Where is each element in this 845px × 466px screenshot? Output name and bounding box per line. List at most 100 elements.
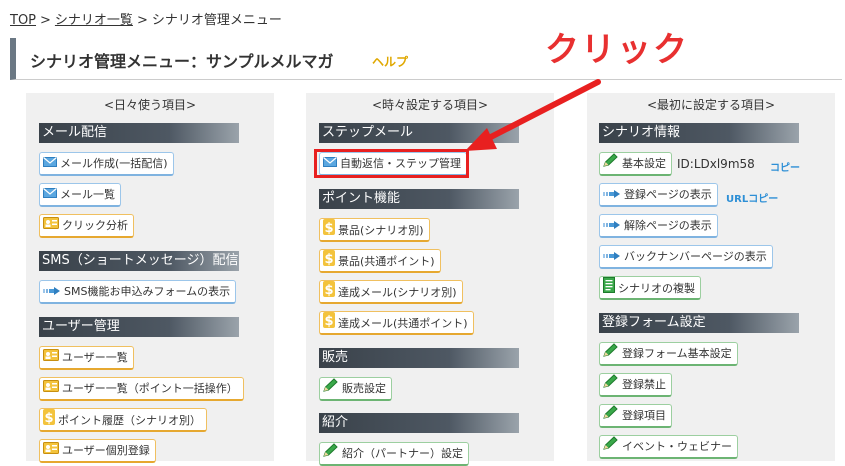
button-label: 解除ページの表示 — [624, 219, 712, 232]
section-scenario-info: シナリオ情報 — [599, 123, 799, 143]
button-label: 販売設定 — [342, 382, 386, 395]
page-title: シナリオ管理メニュー：サンプルメルマガ — [30, 52, 334, 71]
button-label: クリック分析 — [62, 219, 128, 232]
user-card-icon — [43, 347, 59, 369]
button-label: ユーザー一覧（ポイント一括操作） — [62, 382, 238, 395]
pencil-icon — [603, 374, 619, 396]
create-mail-button[interactable]: メール作成(一括配信) — [39, 152, 174, 176]
arrow-right-icon — [603, 215, 621, 237]
event-webinar-button[interactable]: イベント・ウェビナー — [599, 435, 738, 459]
button-label: 登録禁止 — [622, 378, 666, 391]
button-label: シナリオの複製 — [618, 282, 695, 295]
svg-text:$: $ — [324, 252, 333, 266]
section-mail-delivery: メール配信 — [39, 123, 239, 143]
breadcrumb-current: シナリオ管理メニュー — [151, 13, 282, 28]
sms-signup-form-button[interactable]: SMS機能お申込みフォームの表示 — [39, 280, 237, 304]
button-label: ユーザー一覧 — [62, 351, 128, 364]
dollar-icon: $ — [323, 219, 335, 243]
button-label: 景品(共通ポイント) — [338, 255, 435, 268]
envelope-icon — [43, 153, 57, 175]
copy-id-link[interactable]: コピー — [770, 159, 800, 174]
svg-text:$: $ — [324, 221, 333, 235]
document-copy-icon — [603, 277, 615, 301]
click-analysis-button[interactable]: クリック分析 — [39, 214, 134, 238]
breadcrumb: TOP > シナリオ一覧 > シナリオ管理メニュー — [10, 9, 282, 28]
page-header: シナリオ管理メニュー：サンプルメルマガ ヘルプ — [10, 38, 842, 80]
duplicate-scenario-button[interactable]: シナリオの複製 — [599, 276, 701, 300]
prize-common-points-button[interactable]: $ 景品(共通ポイント) — [319, 249, 441, 273]
button-label: 登録項目 — [622, 409, 666, 422]
pencil-icon — [323, 443, 339, 465]
point-history-button[interactable]: $ ポイント履歴（シナリオ別） — [39, 408, 207, 432]
button-label: 基本設定 — [622, 157, 666, 170]
pencil-icon — [603, 343, 619, 365]
prize-scenario-button[interactable]: $ 景品(シナリオ別) — [319, 218, 430, 242]
section-step-mail: ステップメール — [319, 123, 519, 143]
button-label: SMS機能お申込みフォームの表示 — [64, 285, 231, 298]
dollar-icon: $ — [323, 312, 335, 336]
register-items-button[interactable]: 登録項目 — [599, 404, 672, 428]
scenario-id: ID:LDxl9m58 — [677, 157, 755, 171]
section-user-management: ユーザー管理 — [39, 317, 239, 337]
url-copy-link[interactable]: URLコピー — [726, 190, 778, 205]
achievement-mail-common-button[interactable]: $ 達成メール(共通ポイント) — [319, 311, 474, 335]
breadcrumb-separator: > — [136, 13, 148, 28]
pencil-icon — [323, 378, 339, 400]
column-heading: <日々使う項目> — [103, 98, 197, 112]
svg-text:$: $ — [324, 314, 333, 328]
help-link[interactable]: ヘルプ — [372, 53, 408, 70]
button-label: ユーザー個別登録 — [62, 444, 150, 457]
show-backnumber-page-button[interactable]: バックナンバーページの表示 — [599, 245, 773, 269]
arrow-right-icon — [603, 184, 621, 206]
breadcrumb-separator: > — [40, 13, 51, 28]
dollar-icon: $ — [323, 250, 335, 274]
pencil-icon — [603, 405, 619, 427]
section-sales: 販売 — [319, 348, 519, 368]
pencil-icon — [603, 436, 619, 458]
click-highlight-box — [314, 149, 469, 178]
user-individual-register-button[interactable]: ユーザー個別登録 — [39, 439, 156, 463]
button-label: ポイント履歴（シナリオ別） — [58, 414, 201, 427]
button-label: 達成メール(シナリオ別) — [338, 286, 457, 299]
user-card-icon — [43, 378, 59, 400]
svg-text:$: $ — [44, 411, 53, 425]
user-list-button[interactable]: ユーザー一覧 — [39, 346, 134, 370]
envelope-icon — [43, 184, 57, 206]
section-sms-delivery: SMS（ショートメッセージ）配信 — [39, 251, 239, 271]
button-label: 景品(シナリオ別) — [338, 224, 424, 237]
button-label: 登録フォーム基本設定 — [622, 347, 732, 360]
show-register-page-button[interactable]: 登録ページの表示 — [599, 183, 718, 207]
pencil-icon — [603, 153, 619, 175]
button-label: イベント・ウェビナー — [622, 440, 732, 453]
user-card-icon — [43, 440, 59, 462]
column-heading: <時々設定する項目> — [371, 98, 489, 112]
section-point-feature: ポイント機能 — [319, 189, 519, 209]
achievement-mail-scenario-button[interactable]: $ 達成メール(シナリオ別) — [319, 280, 463, 304]
user-card-icon — [43, 215, 59, 237]
register-form-basic-settings-button[interactable]: 登録フォーム基本設定 — [599, 342, 738, 366]
section-register-form-settings: 登録フォーム設定 — [599, 313, 799, 333]
arrow-right-icon — [43, 281, 61, 303]
click-annotation-text: クリック — [545, 30, 689, 70]
referral-partner-settings-button[interactable]: 紹介（パートナー）設定 — [319, 442, 469, 466]
breadcrumb-scenario-list-link[interactable]: シナリオ一覧 — [55, 13, 133, 28]
dollar-icon: $ — [43, 409, 55, 433]
user-list-bulk-points-button[interactable]: ユーザー一覧（ポイント一括操作） — [39, 377, 244, 401]
sales-settings-button[interactable]: 販売設定 — [319, 377, 392, 401]
section-referral: 紹介 — [319, 413, 519, 433]
basic-settings-button[interactable]: 基本設定 — [599, 152, 672, 176]
daily-items-column: <日々使う項目> — [26, 93, 274, 461]
button-label: メール一覧 — [60, 188, 115, 201]
arrow-right-icon — [603, 246, 621, 268]
show-unsubscribe-page-button[interactable]: 解除ページの表示 — [599, 214, 718, 238]
button-label: 登録ページの表示 — [624, 188, 712, 201]
button-label: 達成メール(共通ポイント) — [338, 317, 468, 330]
mail-list-button[interactable]: メール一覧 — [39, 183, 121, 207]
column-heading: <最初に設定する項目> — [646, 98, 776, 112]
breadcrumb-top-link[interactable]: TOP — [10, 13, 36, 28]
dollar-icon: $ — [323, 281, 335, 305]
button-label: バックナンバーページの表示 — [624, 250, 767, 263]
register-ban-button[interactable]: 登録禁止 — [599, 373, 672, 397]
button-label: 紹介（パートナー）設定 — [342, 447, 463, 460]
button-label: メール作成(一括配信) — [60, 157, 168, 170]
